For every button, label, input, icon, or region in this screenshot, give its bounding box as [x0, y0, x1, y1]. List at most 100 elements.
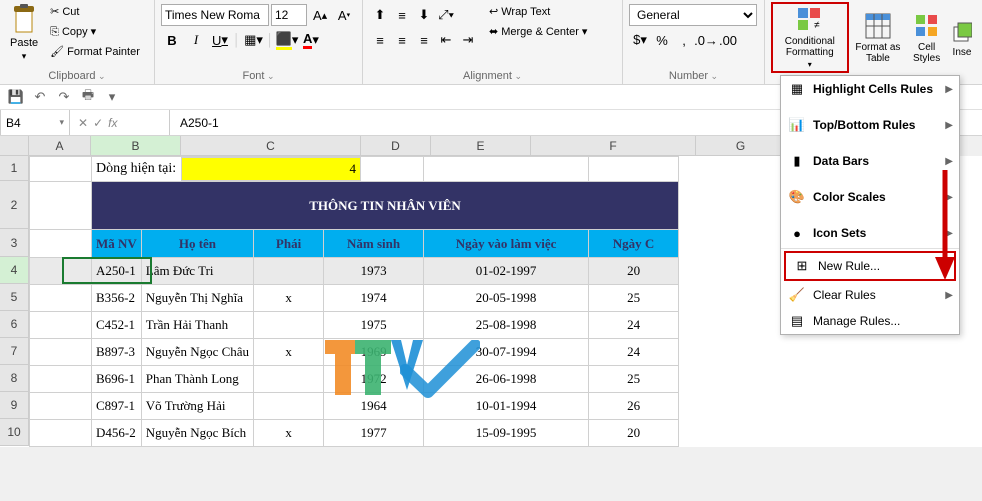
menu-highlight-cells-rules[interactable]: ▦Highlight Cells Rules▶ — [781, 76, 959, 102]
table-cell-g[interactable]: 26 — [589, 393, 679, 420]
increase-font-button[interactable]: A▴ — [309, 4, 331, 26]
hdr-ngayc[interactable]: Ngày C — [589, 230, 679, 258]
cell-blank[interactable] — [30, 393, 92, 420]
wrap-text-button[interactable]: ↩Wrap Text — [485, 2, 591, 22]
table-cell-g[interactable]: 20 — [589, 420, 679, 447]
border-button[interactable]: ▦▾ — [243, 29, 265, 51]
number-format-select[interactable]: General — [629, 4, 757, 26]
row-header-10[interactable]: 10 — [0, 419, 29, 446]
table-cell-id[interactable]: C897-1 — [92, 393, 142, 420]
decrease-font-button[interactable]: A▾ — [333, 4, 355, 26]
conditional-formatting-button[interactable]: ≠ Conditional Formatting ▾ — [771, 2, 849, 73]
qat-print-button[interactable]: 🖶 — [78, 87, 98, 107]
col-header-a[interactable]: A — [29, 136, 91, 156]
insert-cells-button[interactable]: Inse — [948, 15, 976, 60]
align-top-button[interactable]: ⬆ — [369, 4, 391, 26]
title-cell[interactable]: THÔNG TIN NHÂN VIÊN — [92, 182, 679, 230]
menu-color-scales[interactable]: 🎨Color Scales▶ — [781, 184, 959, 210]
qat-more-button[interactable]: ▾ — [102, 87, 122, 107]
font-color-button[interactable]: A▾ — [300, 29, 322, 51]
orientation-button[interactable]: ⤢▾ — [435, 4, 457, 26]
table-cell-date[interactable]: 30-07-1994 — [424, 339, 589, 366]
increase-decimal-button[interactable]: .0→ — [695, 29, 717, 51]
col-header-g[interactable]: G — [696, 136, 786, 156]
menu-data-bars[interactable]: ▮Data Bars▶ — [781, 148, 959, 174]
menu-clear-rules[interactable]: 🧹Clear Rules▶ — [781, 282, 959, 308]
hdr-namsinh[interactable]: Năm sinh — [324, 230, 424, 258]
underline-button[interactable]: U▾ — [209, 29, 231, 51]
align-center-button[interactable]: ≡ — [391, 29, 413, 51]
hdr-phai[interactable]: Phái — [254, 230, 324, 258]
row-header-6[interactable]: 6 — [0, 311, 29, 338]
table-cell-year[interactable]: 1973 — [324, 258, 424, 285]
table-cell-id[interactable]: B356-2 — [92, 285, 142, 312]
font-size-select[interactable] — [271, 4, 307, 26]
align-middle-button[interactable]: ≡ — [391, 4, 413, 26]
table-cell-sex[interactable]: x — [254, 285, 324, 312]
table-cell-name[interactable]: Trần Hải Thanh — [141, 312, 253, 339]
font-name-select[interactable] — [161, 4, 269, 26]
table-cell-id[interactable]: D456-2 — [92, 420, 142, 447]
row-header-2[interactable]: 2 — [0, 181, 29, 229]
table-cell-g[interactable]: 24 — [589, 339, 679, 366]
col-header-c[interactable]: C — [181, 136, 361, 156]
row-header-8[interactable]: 8 — [0, 365, 29, 392]
row-header-3[interactable]: 3 — [0, 229, 29, 257]
format-painter-button[interactable]: 🖌Format Painter — [46, 42, 144, 62]
fx-buttons[interactable]: ✕✓fx — [70, 110, 170, 135]
merge-center-button[interactable]: ⬌Merge & Center ▾ — [485, 22, 591, 42]
table-cell-year[interactable]: 1964 — [324, 393, 424, 420]
table-cell-name[interactable]: Nguyễn Ngọc Châu — [141, 339, 253, 366]
table-cell-date[interactable]: 10-01-1994 — [424, 393, 589, 420]
copy-button[interactable]: ⎘Copy ▾ — [46, 22, 144, 42]
table-cell-name[interactable]: Võ Trường Hải — [141, 393, 253, 420]
table-cell-id[interactable]: B696-1 — [92, 366, 142, 393]
cell-blank[interactable] — [30, 339, 92, 366]
hdr-hoten[interactable]: Họ tên — [141, 230, 253, 258]
row-header-7[interactable]: 7 — [0, 338, 29, 365]
table-cell-sex[interactable] — [254, 393, 324, 420]
table-cell-name[interactable]: Lâm Đức Tri — [141, 258, 253, 285]
table-cell-date[interactable]: 15-09-1995 — [424, 420, 589, 447]
table-cell-year[interactable]: 1974 — [324, 285, 424, 312]
cell-c1[interactable]: 4 — [181, 157, 361, 181]
format-as-table-button[interactable]: Format as Table — [851, 10, 906, 66]
row-header-9[interactable]: 9 — [0, 392, 29, 419]
table-cell-year[interactable]: 1975 — [324, 312, 424, 339]
hdr-ngayvao[interactable]: Ngày vào làm việc — [424, 230, 589, 258]
qat-undo-button[interactable]: ↶ — [30, 87, 50, 107]
col-header-b[interactable]: B — [91, 136, 181, 156]
increase-indent-button[interactable]: ⇥ — [457, 29, 479, 51]
cell-g1[interactable] — [589, 157, 679, 182]
col-header-d[interactable]: D — [361, 136, 431, 156]
currency-button[interactable]: $▾ — [629, 29, 651, 51]
table-cell-name[interactable]: Nguyễn Ngọc Bích — [141, 420, 253, 447]
select-all-corner[interactable] — [0, 136, 29, 156]
table-cell-date[interactable]: 26-06-1998 — [424, 366, 589, 393]
italic-button[interactable]: I — [185, 29, 207, 51]
col-header-e[interactable]: E — [431, 136, 531, 156]
menu-manage-rules[interactable]: ▤Manage Rules... — [781, 308, 959, 334]
table-cell-g[interactable]: 20 — [589, 258, 679, 285]
table-cell-g[interactable]: 24 — [589, 312, 679, 339]
row-header-4[interactable]: 4 — [0, 257, 29, 284]
row-header-1[interactable]: 1 — [0, 156, 29, 181]
align-right-button[interactable]: ≡ — [413, 29, 435, 51]
table-cell-id[interactable]: B897-3 — [92, 339, 142, 366]
cell-blank[interactable] — [30, 312, 92, 339]
table-cell-year[interactable]: 1972 — [324, 366, 424, 393]
table-cell-date[interactable]: 20-05-1998 — [424, 285, 589, 312]
table-cell-sex[interactable] — [254, 258, 324, 285]
table-cell-sex[interactable]: x — [254, 420, 324, 447]
menu-new-rule[interactable]: ⊞New Rule... — [786, 253, 954, 279]
col-header-f[interactable]: F — [531, 136, 696, 156]
comma-button[interactable]: , — [673, 29, 695, 51]
cell-blank[interactable] — [30, 420, 92, 447]
align-left-button[interactable]: ≡ — [369, 29, 391, 51]
cell-a1[interactable] — [30, 157, 92, 182]
table-cell-date[interactable]: 01-02-1997 — [424, 258, 589, 285]
qat-redo-button[interactable]: ↷ — [54, 87, 74, 107]
table-cell-year[interactable]: 1977 — [324, 420, 424, 447]
table-cell-year[interactable]: 1969 — [324, 339, 424, 366]
table-cell-date[interactable]: 25-08-1998 — [424, 312, 589, 339]
